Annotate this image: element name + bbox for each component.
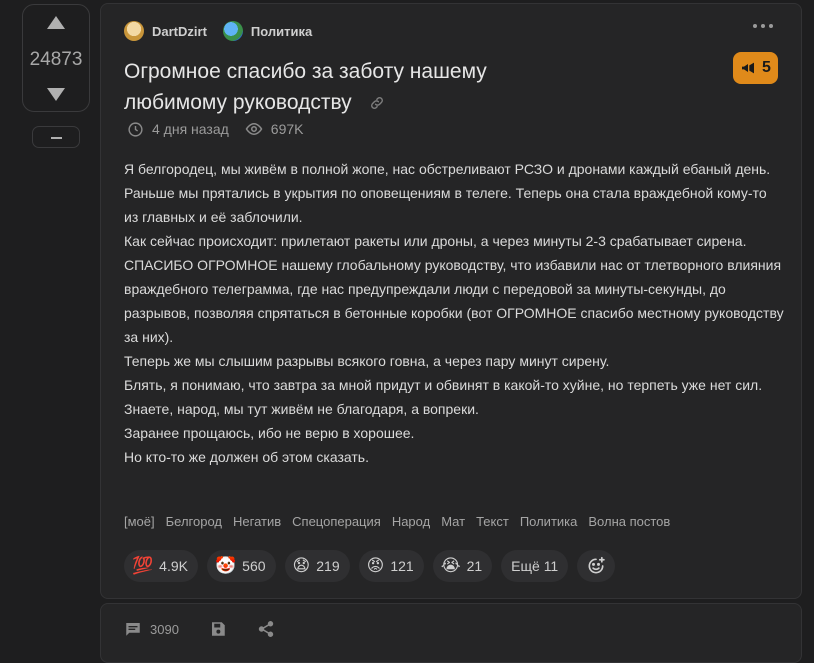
hundred-emoji-icon: 💯	[132, 556, 154, 576]
reaction-count: 121	[390, 558, 414, 574]
post-paragraph: Но кто-то же должен об этом сказать.	[124, 449, 369, 465]
downvote-icon[interactable]	[47, 88, 65, 101]
post-paragraph: Я белгородец, мы живём в полной жопе, на…	[124, 161, 771, 177]
post-paragraph: Теперь же мы слышим разрывы всякого говн…	[124, 353, 610, 369]
tag[interactable]: Волна постов	[588, 514, 670, 529]
post-paragraph: Как сейчас происходит: прилетают ракеты …	[124, 233, 747, 249]
more-options-icon[interactable]	[753, 24, 773, 28]
author-name[interactable]: DartDzirt	[152, 24, 207, 39]
tag[interactable]: Белгород	[166, 514, 222, 529]
post-card: DartDzirt Политика Огромное спасибо за з…	[100, 3, 802, 599]
angry-emoji-icon: 😡	[366, 556, 385, 576]
reaction-button[interactable]: 😭 21	[432, 550, 493, 582]
reaction-count: 4.9K	[159, 558, 188, 574]
reaction-bar: 💯 4.9K 🤡 560 😧 219 😡 121 😭 21 Ещё 11	[124, 550, 616, 582]
post-title-wrap: Огромное спасибо за заботу нашему любимо…	[124, 56, 594, 118]
community-name[interactable]: Политика	[251, 24, 312, 39]
post-body: Я белгородец, мы живём в полной жопе, на…	[124, 157, 784, 469]
link-icon[interactable]	[369, 95, 385, 111]
avatar[interactable]	[124, 21, 144, 41]
post-title[interactable]: Огромное спасибо за заботу нашему любимо…	[124, 60, 487, 114]
post-paragraph: Заранее прощаюсь, ибо не верю в хорошее.	[124, 425, 415, 441]
megaphone-icon	[742, 62, 755, 74]
footer-actions: 3090	[124, 620, 275, 638]
crying-emoji-icon: 😭	[440, 556, 461, 576]
comment-icon[interactable]	[124, 620, 142, 638]
post-footer: 3090	[100, 603, 802, 663]
tag[interactable]: Текст	[476, 514, 509, 529]
share-icon[interactable]	[257, 620, 275, 638]
post-paragraph: Знаете, народ, мы тут живём не благодаря…	[124, 401, 479, 417]
post-paragraph: СПАСИБО ОГРОМНОЕ нашему глобальному руко…	[124, 257, 784, 345]
post-paragraph: Блять, я понимаю, что завтра за мной при…	[124, 377, 763, 393]
tag[interactable]: Политика	[520, 514, 578, 529]
add-reaction-button[interactable]	[577, 550, 616, 582]
post-time: 4 дня назад	[152, 121, 229, 137]
comments-count[interactable]: 3090	[150, 622, 179, 637]
post-views: 697K	[270, 121, 304, 137]
more-reactions-button[interactable]: Ещё 11	[501, 550, 569, 582]
post-stats: 4 дня назад 697K	[127, 120, 303, 138]
tag[interactable]: Негатив	[233, 514, 281, 529]
badge-count: 5	[762, 59, 771, 76]
anguished-emoji-icon: 😧	[292, 556, 311, 576]
reaction-button[interactable]: 💯 4.9K	[124, 550, 198, 582]
reaction-button[interactable]: 😧 219	[284, 550, 350, 582]
tag[interactable]: [моё]	[124, 514, 155, 529]
reaction-button[interactable]: 😡 121	[358, 550, 424, 582]
post-meta: DartDzirt Политика	[124, 21, 312, 41]
clown-emoji-icon: 🤡	[214, 556, 237, 576]
reaction-count: 219	[316, 558, 340, 574]
globe-icon[interactable]	[222, 21, 243, 41]
post-paragraph: Раньше мы прятались в укрытия по оповеще…	[124, 185, 767, 225]
clock-icon	[128, 121, 143, 137]
tag[interactable]: Спецоперация	[292, 514, 381, 529]
reaction-count: 21	[466, 558, 483, 574]
vote-box: 24873	[22, 4, 90, 112]
award-badge[interactable]: 5	[733, 52, 778, 84]
minus-button[interactable]	[32, 126, 80, 148]
tag[interactable]: Народ	[392, 514, 430, 529]
upvote-icon[interactable]	[47, 16, 65, 29]
tag[interactable]: Мат	[441, 514, 465, 529]
vote-count: 24873	[29, 49, 83, 70]
eye-icon	[245, 122, 263, 136]
smile-plus-icon	[588, 556, 605, 574]
reaction-button[interactable]: 🤡 560	[206, 550, 276, 582]
tag-list: [моё] Белгород Негатив Спецоперация Наро…	[124, 514, 681, 529]
save-icon[interactable]	[209, 620, 227, 638]
reaction-count: 560	[242, 558, 266, 574]
